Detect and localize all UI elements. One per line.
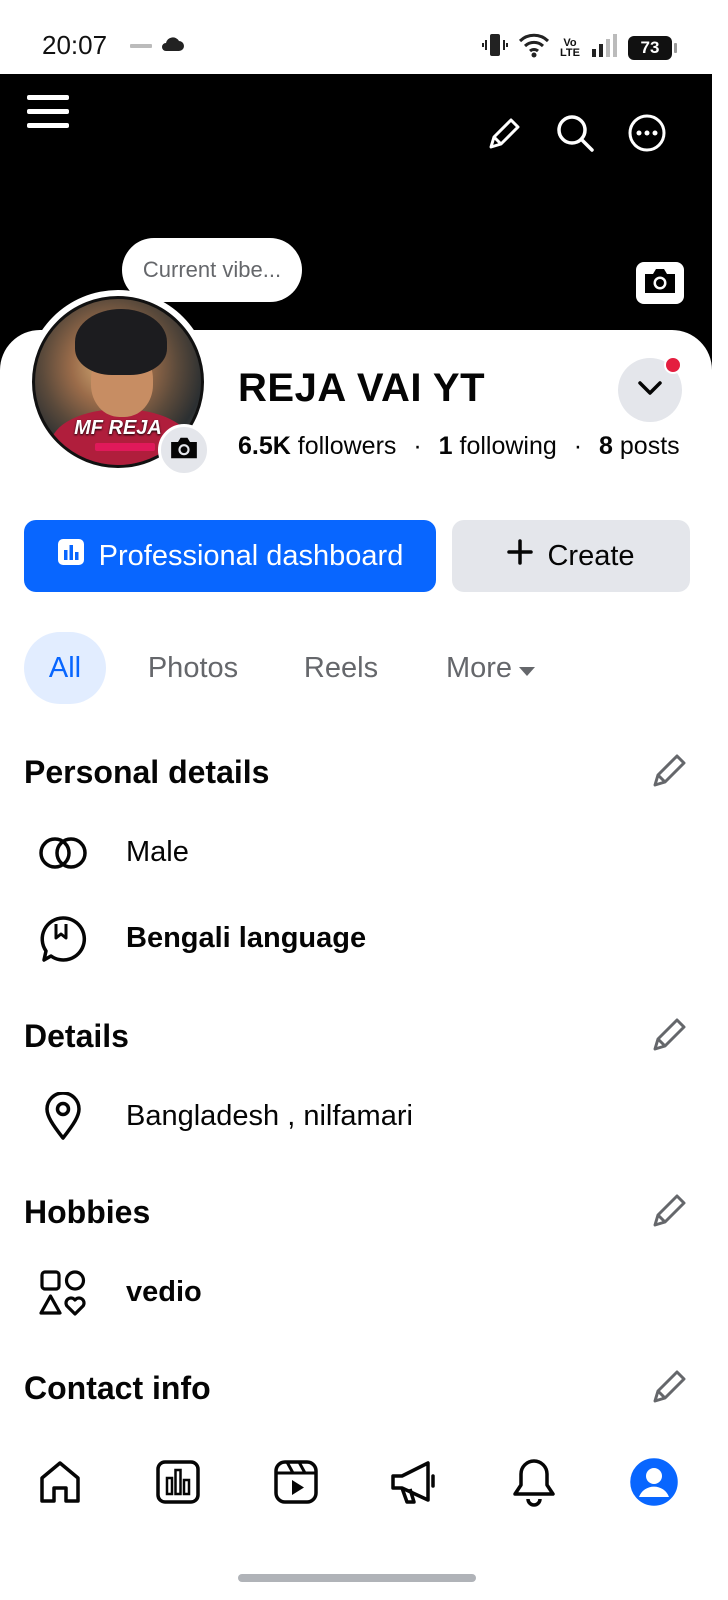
tab-more[interactable]: More [436, 632, 546, 704]
following-count[interactable]: 1 [439, 432, 453, 460]
avatar-camera-button[interactable] [158, 424, 210, 476]
professional-dashboard-label: Professional dashboard [98, 539, 404, 572]
tab-label: More [445, 651, 513, 684]
avatar-overlay-banner [95, 443, 155, 451]
section-title-details: Details [24, 1018, 129, 1054]
status-left-icons [130, 36, 184, 57]
stats-separator: · [573, 432, 583, 460]
pencil-icon [651, 1367, 689, 1410]
avatar-hair [75, 309, 167, 375]
section-title-hobbies: Hobbies [24, 1194, 151, 1230]
pencil-icon [651, 1191, 689, 1234]
followers-count[interactable]: 6.5K [238, 432, 291, 460]
hobbies-shapes-icon [36, 1266, 90, 1320]
edit-personal-details-button[interactable] [648, 750, 692, 794]
vibrate-icon [482, 32, 509, 63]
plus-icon [507, 539, 534, 573]
megaphone-icon[interactable] [386, 1454, 442, 1510]
wifi-icon [518, 32, 550, 63]
followers-label[interactable]: followers [298, 432, 397, 460]
create-label: Create [547, 539, 635, 572]
section-title-contact-info: Contact info [24, 1370, 211, 1406]
camera-icon [643, 267, 677, 300]
home-indicator[interactable] [238, 1574, 476, 1582]
edit-hobbies-button[interactable] [648, 1190, 692, 1234]
section-title-personal-details: Personal details [24, 754, 270, 790]
dashboard-icon [57, 538, 85, 574]
tab-label: All [48, 651, 82, 684]
cover-camera-button[interactable] [636, 262, 684, 304]
posts-count[interactable]: 8 [599, 432, 613, 460]
volte-icon: Vo LTE [560, 36, 580, 59]
home-icon[interactable] [32, 1454, 88, 1510]
posts-label[interactable]: posts [620, 432, 680, 460]
language-icon [36, 912, 90, 966]
status-time: 20:07 [42, 30, 108, 60]
gender-icon [36, 826, 90, 880]
battery-icon: 73 [628, 35, 677, 60]
bottom-navigation [0, 1436, 712, 1536]
pencil-icon [651, 751, 689, 794]
caret-down-icon [518, 652, 536, 685]
create-button[interactable]: Create [452, 520, 690, 592]
profile-stats: 6.5K followers · 1 following · 8 posts [238, 432, 680, 461]
language-value[interactable]: Bengali language [126, 922, 366, 955]
reels-icon[interactable] [268, 1454, 324, 1510]
right-edge [712, 74, 728, 1600]
current-vibe-bubble[interactable]: Current vibe... [122, 238, 302, 302]
location-value: Bangladesh , nilfamari [126, 1100, 413, 1132]
status-bar: 20:07 Vo LTE 73 [0, 0, 728, 74]
tab-all[interactable]: All [24, 632, 106, 704]
tab-label: Photos [147, 651, 239, 684]
pencil-icon [651, 1015, 689, 1058]
hobby-value[interactable]: vedio [126, 1276, 202, 1309]
tab-reels[interactable]: Reels [296, 632, 386, 704]
following-label[interactable]: following [460, 432, 557, 460]
chevron-down-icon [637, 380, 663, 401]
professional-dashboard-button[interactable]: Professional dashboard [24, 520, 436, 592]
gender-value: Male [126, 836, 189, 868]
bell-icon[interactable] [506, 1454, 562, 1510]
status-right-icons: Vo LTE 73 [482, 32, 677, 63]
profile-icon[interactable] [626, 1454, 682, 1510]
search-icon[interactable] [554, 112, 596, 154]
dashboard-icon[interactable] [150, 1454, 206, 1510]
stats-separator: · [413, 432, 422, 460]
edit-details-button[interactable] [648, 1014, 692, 1058]
profile-name: REJA VAI YT [238, 366, 486, 410]
cloud-icon [160, 36, 184, 57]
signal-icon [590, 33, 618, 62]
pencil-icon[interactable] [484, 114, 524, 154]
notification-icon [130, 38, 152, 56]
notification-dot [664, 356, 682, 374]
location-pin-icon [36, 1090, 90, 1144]
more-icon[interactable] [626, 112, 668, 154]
menu-icon[interactable] [26, 92, 70, 132]
tab-photos[interactable]: Photos [136, 632, 250, 704]
camera-icon [169, 436, 199, 465]
tab-label: Reels [303, 651, 379, 684]
edit-contact-info-button[interactable] [648, 1366, 692, 1410]
